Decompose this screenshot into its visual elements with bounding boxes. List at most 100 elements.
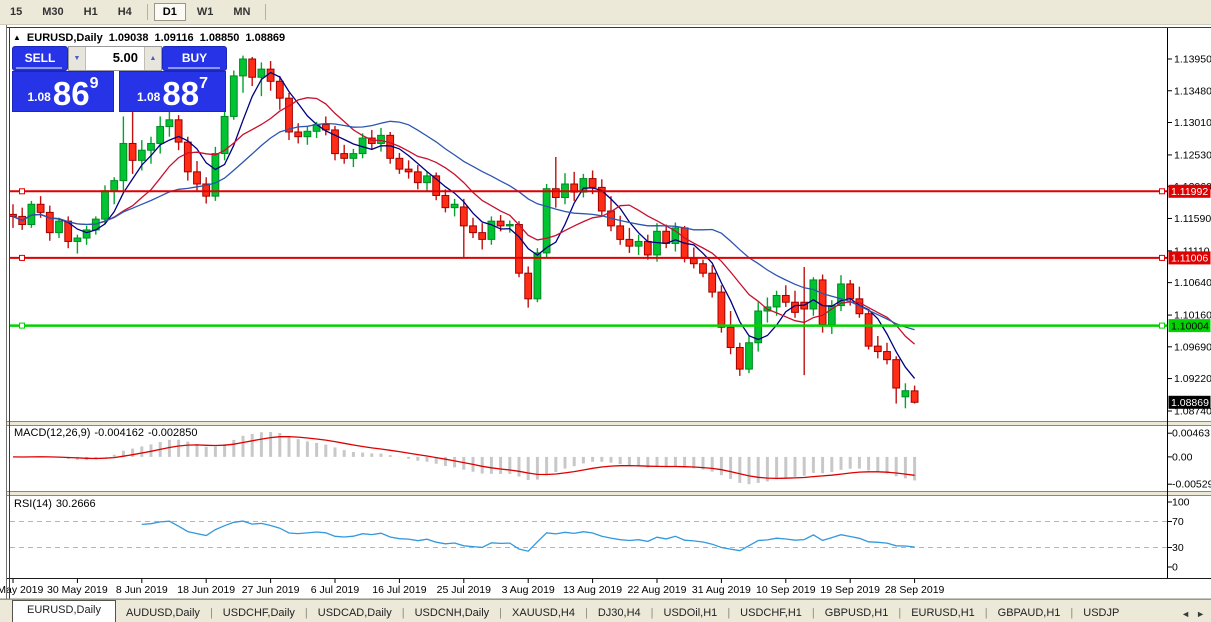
timeframe-button-w1[interactable]: W1	[188, 3, 223, 21]
rsi-label: RSI(14) 30.2666	[14, 498, 100, 510]
tab-scroll-right-button[interactable]: ►	[1196, 609, 1205, 619]
tab-gbpusd-h1[interactable]: GBPUSD,H1	[815, 604, 899, 622]
price-axis-label: 1.09690	[1174, 341, 1211, 353]
line-handle[interactable]	[19, 322, 25, 329]
price-axis-label: 1.11590	[1174, 213, 1211, 225]
candle	[349, 153, 358, 159]
chart-tab-bar: EURUSD,Daily AUDUSD,Daily | USDCHF,Daily | US…	[0, 599, 1211, 622]
candle	[377, 134, 385, 144]
price-axis-label: 1.09220	[1174, 373, 1211, 385]
macd-name: MACD(12,26,9)	[14, 427, 91, 439]
candle	[551, 188, 560, 199]
candle	[229, 75, 238, 117]
macd-value-signal: -0.002850	[147, 427, 198, 439]
chevron-down-icon: ▼	[73, 55, 81, 62]
collapse-panel-icon[interactable]: ▲	[13, 33, 21, 42]
line-handle[interactable]	[1159, 188, 1165, 195]
tab-usdcad-daily[interactable]: USDCAD,Daily	[308, 604, 402, 622]
sell-price-prefix: 1.08	[27, 90, 51, 104]
sell-price-display[interactable]: 1.08 86 9	[12, 71, 114, 112]
candle	[515, 224, 523, 274]
line-handle[interactable]	[1159, 322, 1165, 329]
candle	[883, 351, 891, 361]
hline-price-label: 1.10004	[1171, 320, 1209, 332]
price-axis-label: 1.12530	[1174, 149, 1211, 161]
candle	[910, 390, 919, 403]
candle	[708, 272, 717, 293]
buy-underline	[168, 67, 220, 69]
candle	[340, 153, 349, 159]
tab-usdjp[interactable]: USDJP	[1073, 604, 1129, 622]
tab-eurusd-daily[interactable]: EURUSD,Daily	[12, 600, 116, 622]
candle	[156, 126, 165, 144]
candle	[128, 142, 137, 161]
line-handle[interactable]	[19, 254, 25, 261]
toolbar-separator	[265, 4, 267, 20]
tab-usdoil-h1[interactable]: USDOil,H1	[654, 604, 728, 622]
timeframe-button-m30[interactable]: M30	[33, 3, 72, 21]
buy-price-prefix: 1.08	[137, 90, 161, 104]
date-label: 19 Sep 2019	[820, 584, 880, 596]
panel-separator-rsi[interactable]	[6, 491, 1211, 496]
buy-price-display[interactable]: 1.08 88 7	[119, 71, 226, 112]
date-label: 22 Aug 2019	[628, 584, 687, 596]
candle	[266, 68, 275, 82]
rsi-axis-label: 30	[1172, 542, 1184, 554]
tab-usdchf-h1[interactable]: USDCHF,H1	[730, 604, 812, 622]
candle	[699, 263, 707, 274]
candle	[459, 206, 468, 227]
date-label: 16 Jul 2019	[372, 584, 426, 596]
candle	[873, 345, 882, 353]
toolbar-separator	[146, 4, 148, 20]
price-axis-label: 1.10640	[1174, 277, 1211, 289]
candle	[864, 313, 873, 347]
candle	[579, 178, 588, 193]
candle	[689, 257, 698, 265]
buy-price-sup: 7	[199, 75, 208, 92]
current-price-label: 1.08869	[1171, 397, 1209, 409]
volume-decrease-button[interactable]: ▼	[69, 47, 86, 70]
timeframe-button-15[interactable]: 15	[1, 3, 31, 21]
candle	[478, 232, 487, 240]
date-label: 6 Jul 2019	[311, 584, 360, 596]
candle	[423, 175, 431, 184]
volume-input[interactable]: 5.00	[86, 47, 144, 70]
tab-scroll-left-button[interactable]: ◄	[1181, 609, 1190, 619]
macd-pane	[12, 431, 917, 485]
volume-stepper: ▼ 5.00 ▲	[68, 46, 162, 71]
timeframe-button-h1[interactable]: H1	[75, 3, 107, 21]
candle	[726, 326, 735, 348]
tab-dj30-h4[interactable]: DJ30,H4	[588, 604, 651, 622]
price-axis-label: 1.13950	[1174, 54, 1211, 66]
volume-increase-button[interactable]: ▲	[144, 47, 161, 70]
tab-audusd-daily[interactable]: AUDUSD,Daily	[116, 604, 210, 622]
panel-separator-macd[interactable]	[6, 421, 1211, 426]
tab-usdchf-daily[interactable]: USDCHF,Daily	[213, 604, 305, 622]
timeframe-toolbar: 15 M30 H1 H4 D1 W1 MN	[0, 0, 1211, 25]
tab-usdcnh-daily[interactable]: USDCNH,Daily	[405, 604, 500, 622]
timeframe-button-h4[interactable]: H4	[109, 3, 141, 21]
timeframe-button-mn[interactable]: MN	[224, 3, 259, 21]
candle	[662, 230, 671, 244]
symbol-period-label: EURUSD,Daily	[26, 32, 103, 44]
tab-xauusd-h4[interactable]: XAUUSD,H4	[502, 604, 585, 622]
chevron-up-icon: ▲	[149, 55, 157, 62]
tab-eurusd-h1[interactable]: EURUSD,H1	[901, 604, 985, 622]
rsi-value: 30.2666	[55, 498, 96, 510]
line-handle[interactable]	[1159, 254, 1165, 261]
macd-label: MACD(12,26,9) -0.004162 -0.002850	[14, 427, 202, 439]
candle	[137, 149, 146, 161]
date-label: 30 May 2019	[47, 584, 108, 596]
candle	[45, 211, 54, 234]
candle	[36, 203, 45, 213]
line-handle[interactable]	[19, 188, 25, 195]
tab-gbpaud-h1[interactable]: GBPAUD,H1	[988, 604, 1071, 622]
candle	[846, 283, 855, 300]
quote-open: 1.09038	[108, 32, 149, 44]
hline-price-label: 1.11006	[1171, 253, 1208, 265]
macd-axis-label: 0.00	[1172, 451, 1193, 463]
candle	[441, 194, 450, 209]
date-label: 18 Jun 2019	[177, 584, 235, 596]
timeframe-button-d1[interactable]: D1	[153, 3, 186, 21]
rsi-axis-label: 70	[1172, 516, 1184, 528]
